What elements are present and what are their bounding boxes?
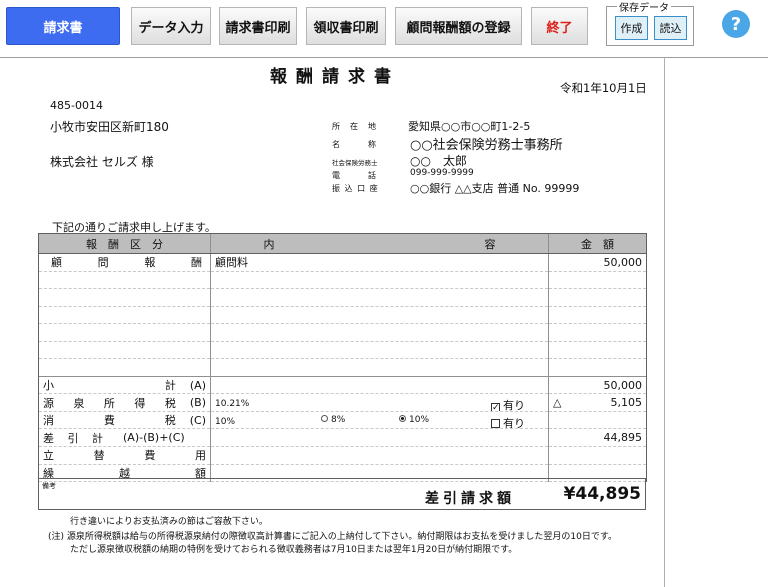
tax-yes-checkbox[interactable]: 有り (491, 415, 525, 428)
note-deadline: ただし源泉徴収税額の納期の特例を受けておられる徴収義務者は7月10日または翌年1… (70, 545, 518, 555)
data-entry-button[interactable]: データ入力 (131, 7, 211, 45)
create-button[interactable]: 作成 (615, 16, 648, 40)
sheet-right-border (664, 57, 665, 587)
tax-rate: 10% (215, 416, 236, 427)
subtotal-amount: 50,000 (548, 375, 647, 395)
note-withholding: (注) 源泉所得税額は給与の所得税源泉納付の際徴収高計算書にご記入の上納付して下… (48, 532, 617, 542)
issuer-name-label: 名 称 (332, 140, 377, 149)
advance-label: 立替費用 (38, 446, 211, 465)
withholding-rate: 10.21% (215, 399, 250, 410)
checkbox-checked-icon: ✓ (491, 403, 500, 412)
remarks-box: 備考 差引請求額 ¥44,895 (38, 478, 646, 510)
invoice-title: 報酬請求書 (270, 67, 400, 87)
register-fee-button[interactable]: 顧問報酬額の登録 (395, 7, 522, 45)
issuer-role-label: 社会保険労務士 (332, 159, 378, 167)
radio-selected-icon (399, 414, 406, 422)
sheet-top-border (0, 57, 768, 58)
total-amount: ¥44,895 (563, 484, 641, 504)
recipient-postal: 485-0014 (50, 99, 103, 112)
remarks-label: 備考 (42, 482, 56, 490)
table-row (38, 306, 647, 325)
withholding-row: 源泉所得税 (B) 10.21% ✓ 有り △ 5,105 (38, 393, 647, 412)
issuer-address-label: 所 在 地 (332, 122, 377, 131)
toolbar: 請求書 データ入力 請求書印刷 領収書印刷 顧問報酬額の登録 終了 保存データ … (0, 0, 768, 54)
table-row: 顧問報酬 顧問料 50,000 (38, 253, 647, 272)
recipient-address: 小牧市安田区新町180 (50, 120, 169, 134)
net-amount: 44,895 (548, 428, 647, 448)
tax-label: 消費税 (C) (38, 411, 211, 430)
row-advisory-amount[interactable]: 50,000 (548, 253, 647, 272)
table-row (38, 341, 647, 360)
recipient-name: 株式会社 セルズ 様 (50, 155, 154, 169)
table-row (38, 323, 647, 342)
net-label: 差引計 (A)-(B)+(C) (38, 428, 211, 448)
table-header: 報 酬 区 分 内容 金 額 (38, 233, 647, 254)
row-advisory-content[interactable]: 顧問料 (210, 253, 549, 272)
invoice-table: 報 酬 区 分 内容 金 額 顧問報酬 顧問料 50,000 小計 (A) 50,… (38, 233, 647, 483)
triangle-icon: △ (553, 396, 562, 410)
advance-row: 立替費用 (38, 446, 647, 465)
load-button[interactable]: 読込 (654, 16, 687, 40)
header-amount: 金 額 (548, 233, 647, 254)
table-row (38, 271, 647, 290)
checkbox-icon (491, 418, 500, 428)
subtotal-row: 小計 (A) 50,000 (38, 375, 647, 395)
print-invoice-button[interactable]: 請求書印刷 (219, 7, 297, 45)
save-data-label: 保存データ (617, 0, 671, 14)
table-row (38, 288, 647, 307)
issuer-phone: 099-999-9999 (410, 168, 474, 178)
issuer-phone-label: 電 話 (332, 171, 377, 180)
net-row: 差引計 (A)-(B)+(C) 44,895 (38, 428, 647, 448)
save-data-group: 保存データ 作成 読込 (606, 0, 694, 46)
header-category: 報 酬 区 分 (38, 233, 211, 254)
row-advisory-label: 顧問報酬 (38, 253, 211, 272)
radio-icon (321, 414, 328, 422)
tax-row: 消費税 (C) 10% 8% 10% 有り (38, 411, 647, 430)
subtotal-label: 小計 (A) (38, 375, 211, 395)
issuer-bank-label: 振 込 口 座 (332, 184, 379, 193)
invoice-tab-button[interactable]: 請求書 (6, 7, 120, 45)
header-content: 内容 (210, 233, 549, 254)
print-receipt-button[interactable]: 領収書印刷 (306, 7, 386, 45)
total-label: 差引請求額 (425, 491, 515, 507)
issuer-name: ○○社会保険労務士事務所 (410, 138, 563, 153)
withholding-yes-checkbox[interactable]: ✓ 有り (491, 397, 525, 411)
withholding-amount: 5,105 (610, 396, 643, 410)
table-row (38, 358, 647, 377)
note-settled: 行き違いによりお支払済みの節はご容赦下さい。 (70, 517, 268, 527)
quit-button[interactable]: 終了 (531, 7, 588, 45)
tax-8-radio[interactable]: 8% (321, 414, 345, 425)
issuer-bank: ○○銀行 △△支店 普通 No. 99999 (410, 182, 580, 195)
invoice-date: 令和1年10月1日 (560, 81, 647, 95)
help-icon[interactable]: ? (722, 10, 750, 38)
tax-10-radio[interactable]: 10% (399, 414, 429, 425)
issuer-person: ○○ 太郎 (410, 154, 467, 168)
withholding-label: 源泉所得税 (B) (38, 393, 211, 412)
issuer-address: 愛知県○○市○○町1-2-5 (408, 120, 531, 133)
